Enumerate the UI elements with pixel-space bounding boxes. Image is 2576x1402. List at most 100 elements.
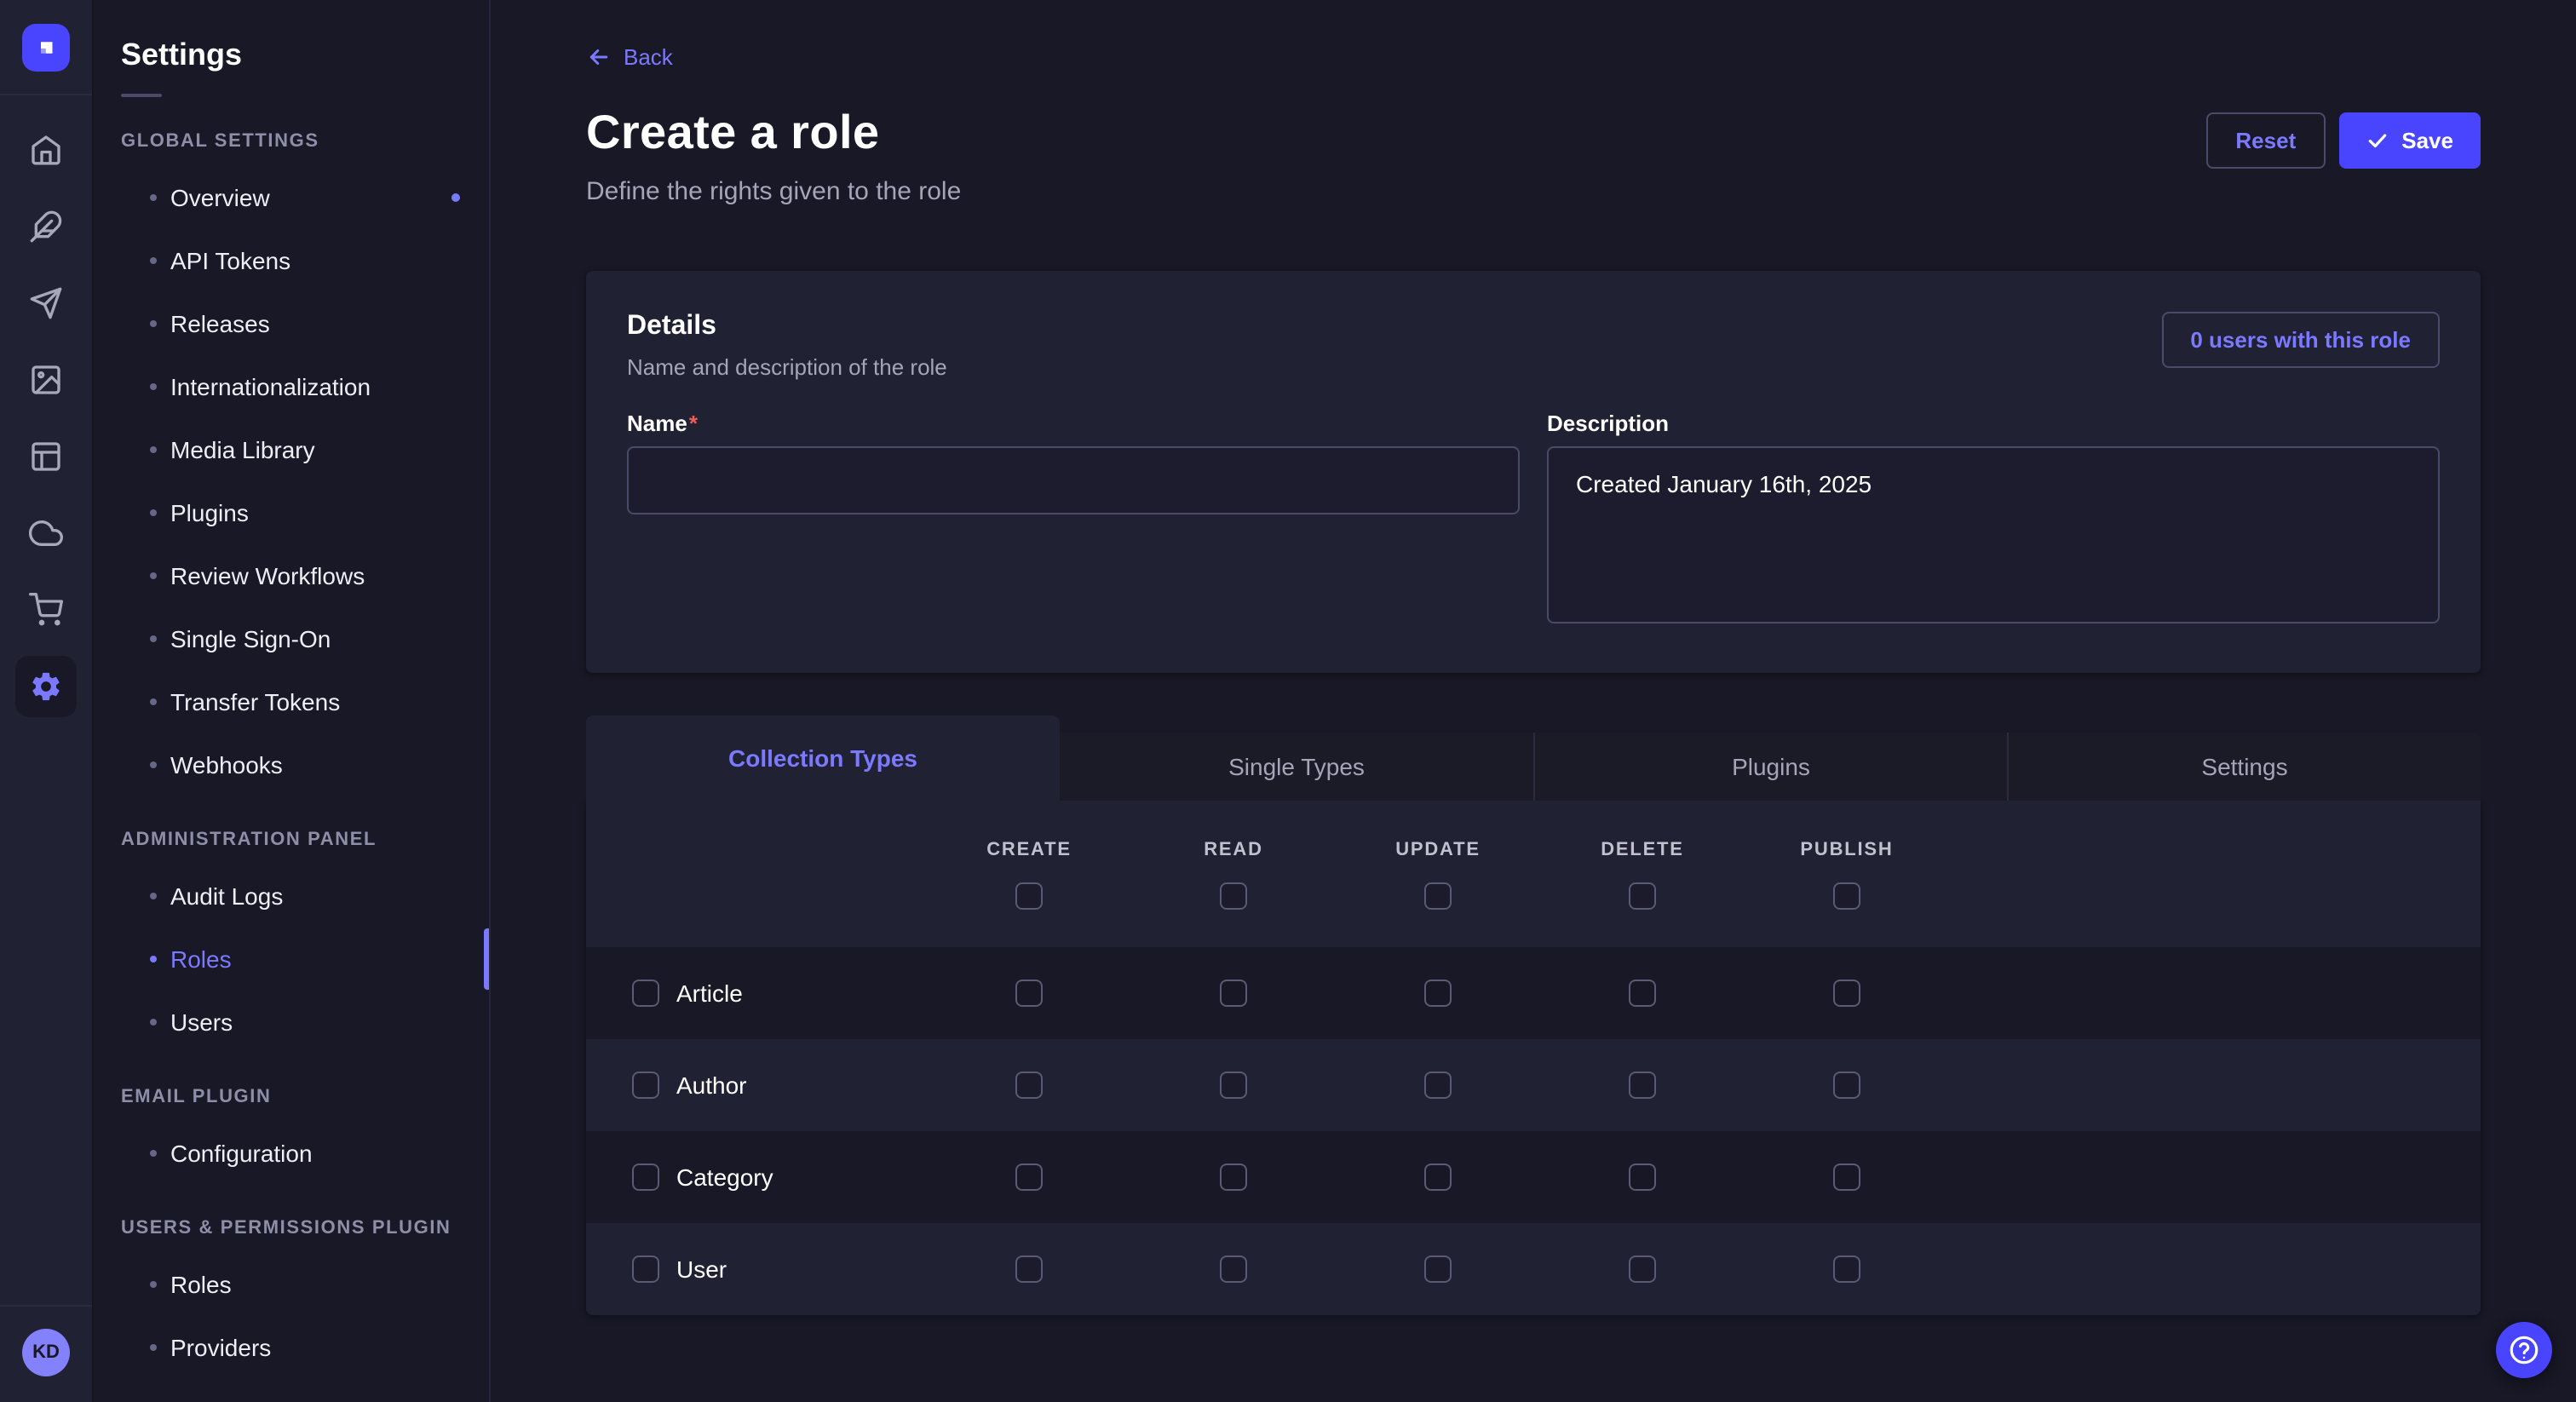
perm-checkbox-category-delete[interactable] bbox=[1629, 1164, 1656, 1191]
subnav-item-webhooks[interactable]: Webhooks bbox=[94, 733, 489, 796]
subnav-item-overview[interactable]: Overview bbox=[94, 165, 489, 228]
bullet-icon bbox=[150, 892, 157, 899]
strapi-logo[interactable] bbox=[22, 23, 70, 71]
subnav-section-label: EMAIL PLUGIN bbox=[121, 1087, 462, 1107]
gear-icon[interactable] bbox=[15, 656, 77, 717]
perm-checkbox-user-publish[interactable] bbox=[1833, 1255, 1860, 1283]
select-all-delete-checkbox[interactable] bbox=[1629, 882, 1656, 909]
perm-checkbox-article-update[interactable] bbox=[1424, 980, 1452, 1007]
bullet-icon bbox=[150, 1343, 157, 1350]
subnav-item-label: Configuration bbox=[170, 1139, 313, 1166]
main-content: Back Create a role Define the rights giv… bbox=[491, 0, 2576, 1402]
home-icon[interactable] bbox=[15, 119, 77, 181]
subnav-item-users[interactable]: Users bbox=[94, 990, 489, 1053]
tab-single-types[interactable]: Single Types bbox=[1060, 733, 1533, 801]
subnav-item-label: Audit Logs bbox=[170, 882, 283, 909]
bullet-icon bbox=[150, 698, 157, 704]
paper-plane-icon[interactable] bbox=[15, 273, 77, 334]
perm-checkbox-user-create[interactable] bbox=[1015, 1255, 1043, 1283]
active-indicator bbox=[484, 928, 489, 989]
back-link[interactable]: Back bbox=[586, 44, 673, 70]
subnav-item-roles[interactable]: Roles bbox=[94, 927, 489, 990]
subnav-item-transfer-tokens[interactable]: Transfer Tokens bbox=[94, 669, 489, 733]
select-all-user-checkbox[interactable] bbox=[632, 1255, 659, 1283]
subnav-item-label: Roles bbox=[170, 945, 232, 972]
subnav-item-roles[interactable]: Roles bbox=[94, 1252, 489, 1315]
user-avatar[interactable]: KD bbox=[22, 1329, 70, 1376]
subnav-item-media-library[interactable]: Media Library bbox=[94, 417, 489, 480]
tab-collection-types[interactable]: Collection Types bbox=[586, 715, 1060, 801]
bullet-icon bbox=[150, 955, 157, 962]
bullet-icon bbox=[150, 319, 157, 326]
perm-checkbox-category-update[interactable] bbox=[1424, 1164, 1452, 1191]
back-label: Back bbox=[624, 44, 673, 70]
subnav-item-configuration[interactable]: Configuration bbox=[94, 1121, 489, 1184]
subnav-sections: GLOBAL SETTINGSOverviewAPI TokensRelease… bbox=[94, 131, 489, 1378]
notification-dot-icon bbox=[451, 192, 460, 201]
perm-cell bbox=[1745, 1072, 1949, 1099]
perm-checkbox-user-read[interactable] bbox=[1220, 1255, 1247, 1283]
cloud-icon[interactable] bbox=[15, 503, 77, 564]
perm-checkbox-article-read[interactable] bbox=[1220, 980, 1247, 1007]
row-name-cell: Category bbox=[586, 1164, 927, 1191]
select-all-publish-checkbox[interactable] bbox=[1833, 882, 1860, 909]
perm-checkbox-article-delete[interactable] bbox=[1629, 980, 1656, 1007]
perm-checkbox-user-update[interactable] bbox=[1424, 1255, 1452, 1283]
layout-icon[interactable] bbox=[15, 426, 77, 487]
users-with-role-button[interactable]: 0 users with this role bbox=[2161, 312, 2440, 368]
perm-checkbox-category-publish[interactable] bbox=[1833, 1164, 1860, 1191]
perm-checkbox-category-create[interactable] bbox=[1015, 1164, 1043, 1191]
feather-icon[interactable] bbox=[15, 196, 77, 257]
row-label: Category bbox=[676, 1164, 773, 1191]
select-all-create-checkbox[interactable] bbox=[1015, 882, 1043, 909]
subnav-item-single-sign-on[interactable]: Single Sign-On bbox=[94, 606, 489, 669]
perm-cell bbox=[1336, 980, 1540, 1007]
bullet-icon bbox=[150, 509, 157, 515]
perm-checkbox-author-delete[interactable] bbox=[1629, 1072, 1656, 1099]
tab-plugins[interactable]: Plugins bbox=[1533, 733, 2007, 801]
subnav-item-releases[interactable]: Releases bbox=[94, 291, 489, 354]
details-card: Details Name and description of the role… bbox=[586, 271, 2481, 673]
shopping-cart-icon[interactable] bbox=[15, 579, 77, 641]
subnav-item-providers[interactable]: Providers bbox=[94, 1315, 489, 1378]
name-label-text: Name bbox=[627, 411, 687, 436]
perm-checkbox-article-publish[interactable] bbox=[1833, 980, 1860, 1007]
subnav-section-list: RolesProviders bbox=[94, 1252, 489, 1378]
select-all-read-checkbox[interactable] bbox=[1220, 882, 1247, 909]
select-all-update-checkbox[interactable] bbox=[1424, 882, 1452, 909]
perm-cell bbox=[1745, 1255, 1949, 1283]
app-window: KD Settings GLOBAL SETTINGSOverviewAPI T… bbox=[0, 0, 2576, 1402]
perm-checkbox-author-update[interactable] bbox=[1424, 1072, 1452, 1099]
column-header-create: CREATE bbox=[927, 801, 1131, 947]
row-name-cell: Author bbox=[586, 1072, 927, 1099]
perm-checkbox-author-read[interactable] bbox=[1220, 1072, 1247, 1099]
perm-checkbox-user-delete[interactable] bbox=[1629, 1255, 1656, 1283]
column-label: PUBLISH bbox=[1800, 839, 1893, 859]
images-icon[interactable] bbox=[15, 349, 77, 411]
description-textarea[interactable] bbox=[1547, 446, 2440, 623]
reset-button[interactable]: Reset bbox=[2206, 112, 2325, 169]
subnav-item-plugins[interactable]: Plugins bbox=[94, 480, 489, 543]
subnav-item-audit-logs[interactable]: Audit Logs bbox=[94, 864, 489, 927]
help-button[interactable] bbox=[2496, 1322, 2552, 1378]
select-all-author-checkbox[interactable] bbox=[632, 1072, 659, 1099]
save-button[interactable]: Save bbox=[2338, 112, 2481, 169]
check-icon bbox=[2366, 129, 2388, 152]
subnav-item-label: Review Workflows bbox=[170, 561, 365, 589]
tab-settings[interactable]: Settings bbox=[2007, 733, 2481, 801]
select-all-article-checkbox[interactable] bbox=[632, 980, 659, 1007]
name-input[interactable] bbox=[627, 446, 1520, 514]
perm-checkbox-author-publish[interactable] bbox=[1833, 1072, 1860, 1099]
select-all-category-checkbox[interactable] bbox=[632, 1164, 659, 1191]
subnav-section-list: OverviewAPI TokensReleasesInternationali… bbox=[94, 165, 489, 796]
perm-checkbox-category-read[interactable] bbox=[1220, 1164, 1247, 1191]
subnav-item-review-workflows[interactable]: Review Workflows bbox=[94, 543, 489, 606]
perm-checkbox-article-create[interactable] bbox=[1015, 980, 1043, 1007]
subnav-item-api-tokens[interactable]: API Tokens bbox=[94, 228, 489, 291]
subnav-item-internationalization[interactable]: Internationalization bbox=[94, 354, 489, 417]
bullet-icon bbox=[150, 572, 157, 578]
subnav-section-list: Configuration bbox=[94, 1121, 489, 1184]
details-subtitle: Name and description of the role bbox=[627, 354, 947, 380]
save-label: Save bbox=[2401, 128, 2453, 153]
perm-checkbox-author-create[interactable] bbox=[1015, 1072, 1043, 1099]
